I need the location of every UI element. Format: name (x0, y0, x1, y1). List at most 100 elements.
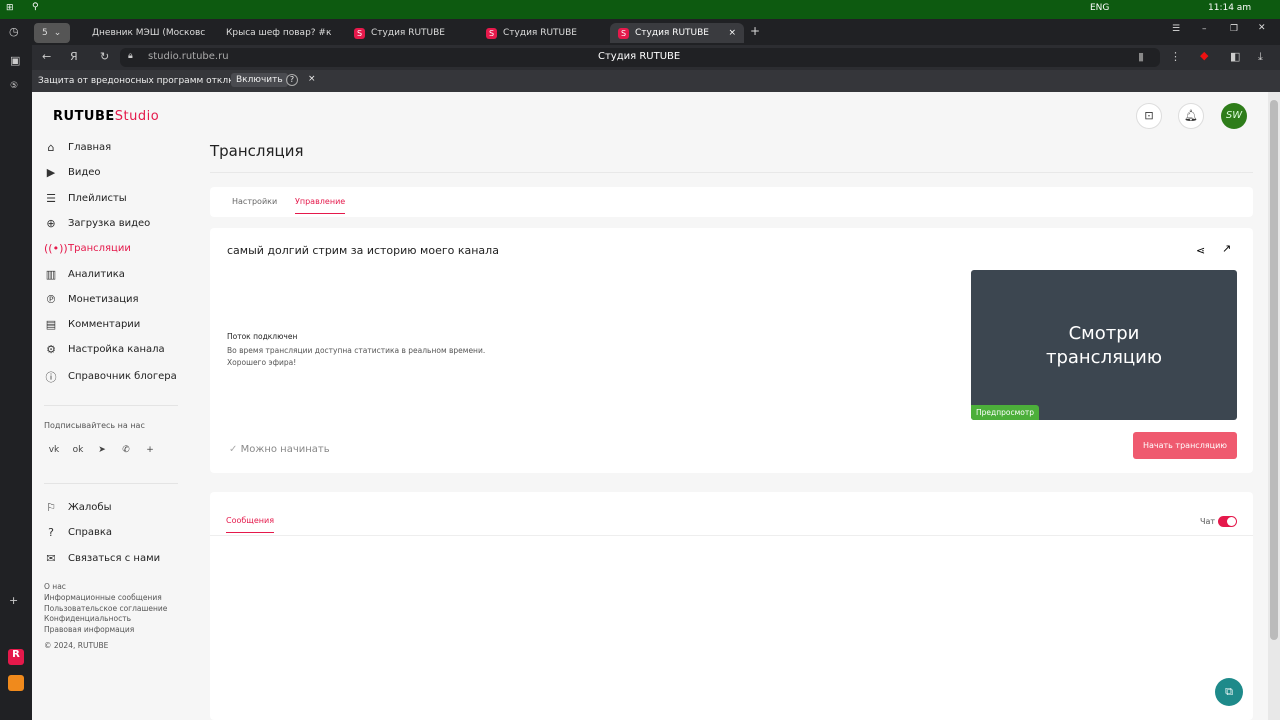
download-icon[interactable]: ⤓ (1258, 50, 1263, 64)
divider (44, 483, 178, 484)
sidebar-icon: ⊕ (46, 216, 56, 230)
app-icon[interactable]: ⑤ (10, 81, 18, 91)
minimize-icon[interactable]: – (1202, 24, 1207, 34)
status-title: Поток подключен (227, 332, 298, 341)
preview-text: Смотри трансляцию (1045, 323, 1163, 368)
tab-count: 5 (42, 28, 48, 38)
sidebar-item[interactable]: ⓘ Справочник блогера (44, 369, 177, 385)
tab[interactable]: Крыса шеф повар? #к (212, 23, 337, 43)
sidebar-item-label: Загрузка видео (68, 217, 151, 229)
footer-link[interactable]: Пользовательское соглашение (44, 604, 167, 613)
sidebar-item-label: Видео (68, 167, 101, 179)
back-icon[interactable]: ← (42, 50, 51, 63)
language-indicator[interactable]: ENG (1090, 3, 1109, 13)
sidebar-item[interactable]: ✉ Связаться с нами (44, 552, 160, 565)
share-icon[interactable]: ⋖ (1196, 244, 1205, 257)
avatar[interactable]: SW (1221, 103, 1247, 129)
reload-icon[interactable]: ↻ (100, 50, 109, 63)
app-icon[interactable] (8, 675, 24, 691)
new-tab-button[interactable]: + (750, 24, 760, 38)
sidebar-item-label: Аналитика (68, 268, 125, 280)
tabs-card: Настройки Управление (210, 187, 1253, 217)
sidebar-item[interactable]: ▥ Аналитика (44, 268, 125, 281)
scrollbar[interactable] (1268, 92, 1280, 720)
tab-label: Студия RUTUBE (371, 28, 445, 38)
footer-link[interactable]: Правовая информация (44, 625, 134, 634)
vk-icon[interactable]: vk (46, 445, 62, 455)
sidebar-item-label: Трансляции (68, 243, 131, 255)
scrollbar-thumb[interactable] (1270, 100, 1278, 640)
close-window-icon[interactable]: ✕ (1258, 23, 1266, 33)
history-icon[interactable]: ◷ (9, 25, 19, 38)
sidebar-item[interactable]: ⊕ Загрузка видео (44, 217, 150, 230)
rutube-app-icon[interactable]: R (8, 649, 24, 665)
yandex-icon[interactable]: Я (70, 50, 78, 63)
footer-link[interactable]: Конфиденциальность (44, 614, 131, 623)
footer-link[interactable]: Информационные сообщения (44, 593, 162, 602)
add-icon[interactable]: + (9, 594, 18, 607)
telegram-icon[interactable]: ➤ (94, 445, 110, 455)
support-chat-button[interactable]: ⧉ (1215, 678, 1243, 706)
preview-badge: Предпросмотр (971, 405, 1039, 420)
sidebar-item-label: Связаться с нами (68, 552, 161, 564)
page-title: Трансляция (210, 142, 304, 160)
security-infobar: Защита от вредоносных программ отключена… (32, 70, 1280, 92)
sidebar-toggle-icon[interactable]: ◧ (1230, 50, 1240, 63)
tab-messages[interactable]: Сообщения (226, 516, 275, 533)
viber-icon[interactable]: ✆ (118, 445, 134, 455)
close-infobar-button[interactable]: × (308, 74, 316, 84)
help-icon[interactable]: ? (286, 74, 298, 86)
sidebar-item[interactable]: ((•)) Трансляции (44, 242, 131, 255)
tab-settings[interactable]: Настройки (232, 197, 277, 206)
tab-management[interactable]: Управление (295, 197, 346, 214)
bookmark-icon[interactable]: ▮ (1138, 50, 1144, 63)
sidebar-item[interactable]: ? Справка (44, 526, 112, 539)
tab[interactable]: S Студия RUTUBE (346, 23, 471, 43)
tab-counter[interactable]: 5 ⌄ (34, 23, 70, 43)
check-icon: ✓ (229, 444, 238, 455)
start-stream-button[interactable]: Начать трансляцию (1133, 432, 1237, 459)
stream-preview[interactable]: Смотри трансляцию Предпросмотр (971, 270, 1237, 420)
extension-icon[interactable]: ◆ (1200, 49, 1208, 62)
sidebar-item[interactable]: ⌂ Главная (44, 141, 112, 154)
sidebar-item[interactable]: ▶ Видео (44, 166, 101, 179)
sidebar-item-label: Главная (68, 142, 112, 153)
tab[interactable]: Дневник МЭШ (Московс (78, 23, 208, 43)
logo[interactable]: RUTUBEStudio (53, 109, 159, 124)
more-socials-icon[interactable]: + (142, 445, 158, 455)
tab[interactable]: S Студия RUTUBE (478, 23, 603, 43)
windows-start-icon[interactable]: ⊞ (6, 3, 14, 13)
page-title-display: Студия RUTUBE (598, 51, 681, 62)
address-bar: ← Я ↻ 🔒︎ studio.rutube.ru Студия RUTUBE … (32, 45, 1280, 70)
sidebar-item[interactable]: ℗ Монетизация (44, 293, 139, 306)
more-icon[interactable]: ⋮ (1170, 50, 1181, 63)
sidebar-item[interactable]: ☰ Плейлисты (44, 192, 127, 205)
external-link-icon[interactable]: ↗ (1222, 242, 1231, 255)
sidebar-item[interactable]: ⚙ Настройка канала (44, 343, 165, 356)
chat-toggle[interactable] (1218, 516, 1237, 527)
close-tab-icon[interactable]: × (728, 28, 736, 38)
menu-icon[interactable]: ☰ (1172, 24, 1180, 34)
tab-active[interactable]: S Студия RUTUBE × (610, 23, 744, 43)
stream-card: самый долгий стрим за историю моего кана… (210, 228, 1253, 473)
lock-icon: 🔒︎ (128, 51, 133, 61)
enable-button[interactable]: Включить (231, 73, 288, 87)
create-button[interactable]: ⊡ (1136, 103, 1162, 129)
sidebar-item[interactable]: ▤ Комментарии (44, 318, 141, 331)
ok-icon[interactable]: ok (70, 445, 86, 455)
footer-link[interactable]: О нас (44, 582, 66, 591)
status-text: Хорошего эфира! (227, 358, 297, 367)
chat-card: Сообщения Чат (210, 492, 1253, 720)
sidebar-item[interactable]: ⚐ Жалобы (44, 501, 111, 514)
url-field[interactable]: 🔒︎ studio.rutube.ru Студия RUTUBE ▮ (120, 48, 1160, 67)
ready-status: ✓ Можно начинать (229, 444, 330, 455)
search-icon[interactable]: ⚲ (32, 2, 39, 12)
restore-icon[interactable]: ❐ (1230, 24, 1238, 34)
divider (210, 535, 1253, 536)
collections-icon[interactable]: ▣ (10, 54, 20, 67)
tab-label: Дневник МЭШ (Московс (92, 28, 206, 38)
notifications-icon[interactable]: 🔔︎ (1178, 103, 1204, 129)
rutube-icon: S (618, 27, 629, 39)
clock[interactable]: 11:14 am (1208, 3, 1251, 13)
tab-label: Студия RUTUBE (503, 28, 577, 38)
